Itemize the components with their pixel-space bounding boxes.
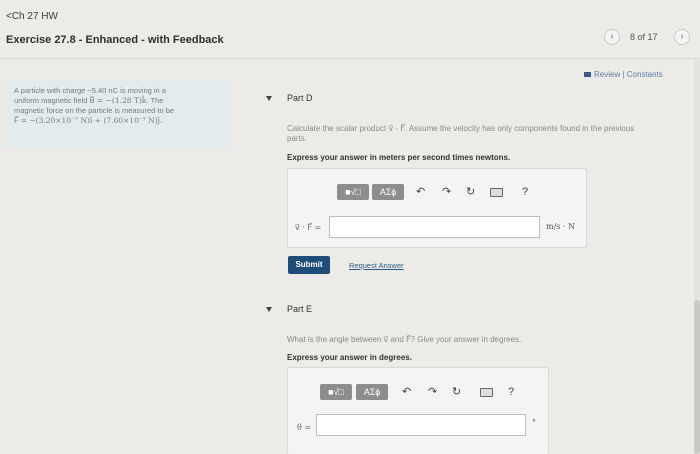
scrollbar-thumb[interactable] xyxy=(694,300,700,454)
field-value: B⃗ = −(1.28 T)k̂ xyxy=(89,96,147,105)
part-d-answer-panel: ■√□ AΣϕ ↶ ↷ ↻ ? v⃗ · F⃗ = m/s · N xyxy=(287,168,587,248)
back-link[interactable]: <Ch 27 HW xyxy=(6,11,58,22)
collapse-triangle-icon[interactable] xyxy=(266,96,272,101)
review-icon xyxy=(584,72,591,78)
templates-button[interactable]: ■√□ xyxy=(320,384,352,400)
part-e-answer-panel: ■√□ AΣϕ ↶ ↷ ↻ ? θ = ° xyxy=(287,367,549,454)
review-label: Review | Constants xyxy=(594,70,663,79)
part-d-unit: m/s · N xyxy=(546,222,576,231)
problem-text: . The xyxy=(146,96,164,105)
undo-icon[interactable]: ↶ xyxy=(402,386,411,398)
problem-text: A particle with charge xyxy=(14,86,88,95)
keyboard-icon[interactable] xyxy=(480,388,493,397)
top-bar: <Ch 27 HW Exercise 27.8 - Enhanced - wit… xyxy=(0,0,700,60)
undo-icon[interactable]: ↶ xyxy=(416,186,425,198)
reset-icon[interactable]: ↻ xyxy=(466,186,475,198)
chevron-left-icon[interactable]: ‹ xyxy=(604,29,620,45)
part-e-instruction: Express your answer in degrees. xyxy=(287,353,412,362)
part-e-answer-input[interactable] xyxy=(316,414,526,436)
part-d-equation-label: v⃗ · F⃗ = xyxy=(295,223,322,232)
keyboard-icon[interactable] xyxy=(490,188,503,197)
part-e-title[interactable]: Part E xyxy=(287,304,312,314)
charge-value: −5.40 nC xyxy=(87,86,119,95)
part-d-question: Calculate the scalar product v⃗ · F⃗. As… xyxy=(287,124,687,144)
problem-line-4: F⃗ = −(3.20×10⁻⁷ N)î + (7.60×10⁻⁷ N)ĵ. xyxy=(14,116,163,125)
problem-text: uniform magnetic field xyxy=(14,96,90,105)
redo-icon[interactable]: ↷ xyxy=(442,186,451,198)
part-e-unit: ° xyxy=(532,418,536,427)
symbols-button[interactable]: AΣϕ xyxy=(372,184,404,200)
exercise-title: Exercise 27.8 - Enhanced - with Feedback xyxy=(6,34,224,46)
problem-line-1: A particle with charge −5.40 nC is movin… xyxy=(14,86,222,96)
help-icon[interactable]: ? xyxy=(508,386,514,398)
part-e-question: What is the angle between v⃗ and F⃗? Giv… xyxy=(287,335,522,344)
collapse-triangle-icon[interactable] xyxy=(266,307,272,312)
page-count: 8 of 17 xyxy=(630,32,658,42)
chevron-right-icon[interactable]: › xyxy=(674,29,690,45)
symbols-button[interactable]: AΣϕ xyxy=(356,384,388,400)
review-constants-link[interactable]: Review | Constants xyxy=(584,70,663,79)
header-divider xyxy=(0,58,700,59)
templates-button[interactable]: ■√□ xyxy=(337,184,369,200)
question-line: Calculate the scalar product v⃗ · F⃗. As… xyxy=(287,124,635,133)
request-answer-link[interactable]: Request Answer xyxy=(349,261,404,270)
part-d-title[interactable]: Part D xyxy=(287,93,313,103)
problem-text: is moving in a xyxy=(118,86,166,95)
problem-line-3: magnetic force on the particle is measur… xyxy=(14,106,175,115)
part-e-equation-label: θ = xyxy=(297,423,312,432)
problem-line-2: uniform magnetic field B⃗ = −(1.28 T)k̂.… xyxy=(14,96,222,106)
problem-statement: A particle with charge −5.40 nC is movin… xyxy=(6,80,230,148)
reset-icon[interactable]: ↻ xyxy=(452,386,461,398)
redo-icon[interactable]: ↷ xyxy=(428,386,437,398)
help-icon[interactable]: ? xyxy=(522,186,528,198)
part-d-answer-input[interactable] xyxy=(329,216,540,238)
part-d-instruction: Express your answer in meters per second… xyxy=(287,153,511,162)
question-line: parts. xyxy=(287,134,308,143)
pager: ‹ 8 of 17 › xyxy=(598,27,698,49)
submit-button[interactable]: Submit xyxy=(288,256,330,274)
